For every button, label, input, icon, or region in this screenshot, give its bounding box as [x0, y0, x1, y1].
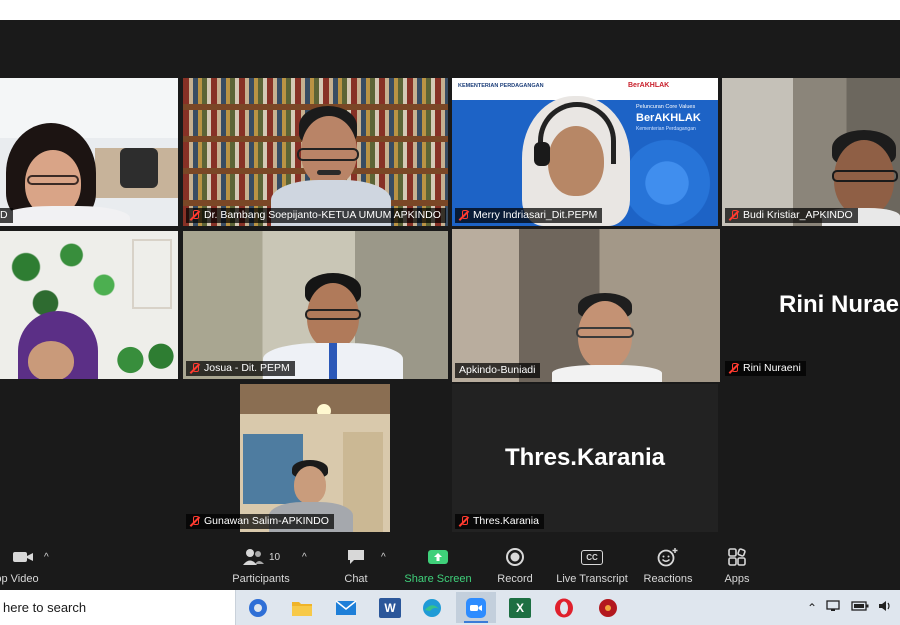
participant-shirt [552, 365, 662, 382]
app-icon[interactable] [588, 592, 628, 623]
video-tile-josua[interactable]: Josua - Dit. PEPM [183, 231, 448, 379]
slide-brand-text: BerAKHLAK [628, 82, 670, 89]
video-tile-buniadi-active-speaker[interactable]: Apkindo-Buniadi [452, 229, 720, 382]
slide-headline-big: BerAKHLAK [636, 112, 701, 124]
name-tag: Merry Indriasari_Dit.PEPM [455, 208, 603, 223]
name-tag: D [0, 208, 13, 223]
window-top-edge [0, 0, 900, 20]
desktop-screen: D Dr. Bambang Soepijanto-KETUA UMUM APKI… [0, 0, 900, 625]
participant-display-name: Rini Nuraeni [779, 291, 900, 318]
edge-icon[interactable] [412, 592, 452, 623]
room-ceiling [240, 384, 390, 414]
participant-face [28, 341, 74, 379]
mail-icon[interactable] [326, 592, 366, 623]
participant-glasses [305, 309, 361, 320]
edge-legacy-icon[interactable] [238, 592, 278, 623]
slide-headline-small: Peluncuran Core Values [636, 104, 696, 110]
share-screen-label: Share Screen [404, 573, 472, 585]
video-tile-partial-plants[interactable] [0, 231, 178, 379]
closed-caption-icon: CC [581, 546, 603, 568]
participants-options-caret-icon[interactable]: ^ [302, 552, 307, 563]
participant-glasses [297, 148, 359, 161]
file-explorer-icon[interactable] [282, 592, 322, 623]
mic-muted-icon [190, 363, 200, 374]
system-tray: ⌃ [807, 590, 900, 625]
name-tag: Dr. Bambang Soepijanto-KETUA UMUM APKIND… [186, 208, 446, 223]
office-chair [120, 148, 158, 188]
mic-muted-icon [459, 210, 469, 221]
participants-count: 10 [268, 551, 281, 563]
video-tile-rini-video-off[interactable]: Rini Nuraeni Rini Nuraeni [722, 231, 900, 379]
zoom-gallery-view: D Dr. Bambang Soepijanto-KETUA UMUM APKI… [0, 20, 900, 540]
participants-icon: 10 [242, 546, 280, 568]
mic-muted-icon [190, 516, 200, 527]
network-icon[interactable] [826, 600, 842, 615]
word-icon[interactable]: W [370, 592, 410, 623]
chat-label: Chat [344, 573, 368, 585]
share-screen-icon [427, 546, 449, 568]
participant-face [294, 466, 326, 504]
opera-icon[interactable] [544, 592, 584, 623]
mic-muted-icon [729, 210, 739, 221]
chat-icon [346, 546, 366, 568]
name-tag: Josua - Dit. PEPM [186, 361, 295, 376]
tray-chevron-up-icon[interactable]: ⌃ [807, 601, 817, 615]
name-tag: Gunawan Salim-APKINDO [186, 514, 334, 529]
mic-muted-icon [190, 210, 200, 221]
participant-glasses [576, 327, 634, 338]
apps-icon [727, 546, 747, 568]
participants-button[interactable]: 10 Participants [226, 540, 296, 590]
video-tile-bambang[interactable]: Dr. Bambang Soepijanto-KETUA UMUM APKIND… [183, 78, 448, 226]
participant-display-name: Thres.Karania [504, 444, 666, 471]
reactions-button[interactable]: Reactions [640, 540, 696, 590]
reactions-label: Reactions [643, 573, 693, 585]
name-tag: Budi Kristiar_APKINDO [725, 208, 858, 223]
windows-taskbar: here to search W X ⌃ [0, 590, 900, 625]
plant-leaves-lower [110, 341, 178, 379]
share-screen-button[interactable]: Share Screen [403, 540, 473, 590]
participant-glasses [27, 175, 79, 185]
participant-glasses [832, 170, 898, 182]
stop-video-button[interactable]: op Video [0, 540, 46, 590]
name-tag: Rini Nuraeni [725, 361, 806, 376]
slide-ministry-text: KEMENTERIAN PERDAGANGAN [458, 83, 544, 89]
office-window-light [0, 78, 178, 138]
name-tag: Apkindo-Buniadi [455, 363, 541, 378]
live-transcript-button[interactable]: CC Live Transcript [552, 540, 632, 590]
participant-lanyard [329, 343, 337, 379]
chat-button[interactable]: Chat [335, 540, 377, 590]
record-button[interactable]: Record [490, 540, 540, 590]
participants-label: Participants [232, 573, 290, 585]
participant-moustache [317, 170, 341, 175]
apps-label: Apps [724, 573, 750, 585]
apps-button[interactable]: Apps [716, 540, 758, 590]
live-transcript-label: Live Transcript [556, 573, 628, 585]
participant-shirt [0, 206, 130, 226]
video-tile-gunawan[interactable]: Gunawan Salim-APKINDO [183, 384, 390, 532]
video-camera-icon [11, 546, 35, 568]
zoom-icon[interactable] [456, 592, 496, 623]
video-tile-budi[interactable]: Budi Kristiar_APKINDO [722, 78, 900, 226]
meeting-toolbar: op Video ^ 10 Participants ^ Chat ^ Shar… [0, 540, 900, 590]
chat-options-caret-icon[interactable]: ^ [381, 552, 386, 563]
record-label: Record [497, 573, 533, 585]
video-tile-merry[interactable]: KEMENTERIAN PERDAGANGAN BerAKHLAK Pelunc… [452, 78, 718, 226]
mic-muted-icon [729, 363, 739, 374]
video-tile-thres-video-off[interactable]: Thres.Karania Thres.Karania [452, 384, 718, 532]
search-placeholder: here to search [3, 600, 87, 615]
record-icon [505, 546, 525, 568]
taskbar-search-box[interactable]: here to search [0, 590, 236, 625]
video-tile-partial-office[interactable]: D [0, 78, 178, 226]
slide-footer: Kementerian Perdagangan [636, 126, 696, 132]
name-tag: Thres.Karania [455, 514, 544, 529]
reactions-smile-icon [657, 546, 679, 568]
wall-frame [132, 239, 172, 309]
stop-video-label: op Video [0, 573, 39, 585]
battery-icon[interactable] [851, 601, 869, 614]
headset-ear [534, 142, 550, 166]
mic-muted-icon [459, 516, 469, 527]
volume-icon[interactable] [878, 600, 892, 615]
excel-icon[interactable]: X [500, 592, 540, 623]
video-options-caret-icon[interactable]: ^ [44, 552, 49, 563]
